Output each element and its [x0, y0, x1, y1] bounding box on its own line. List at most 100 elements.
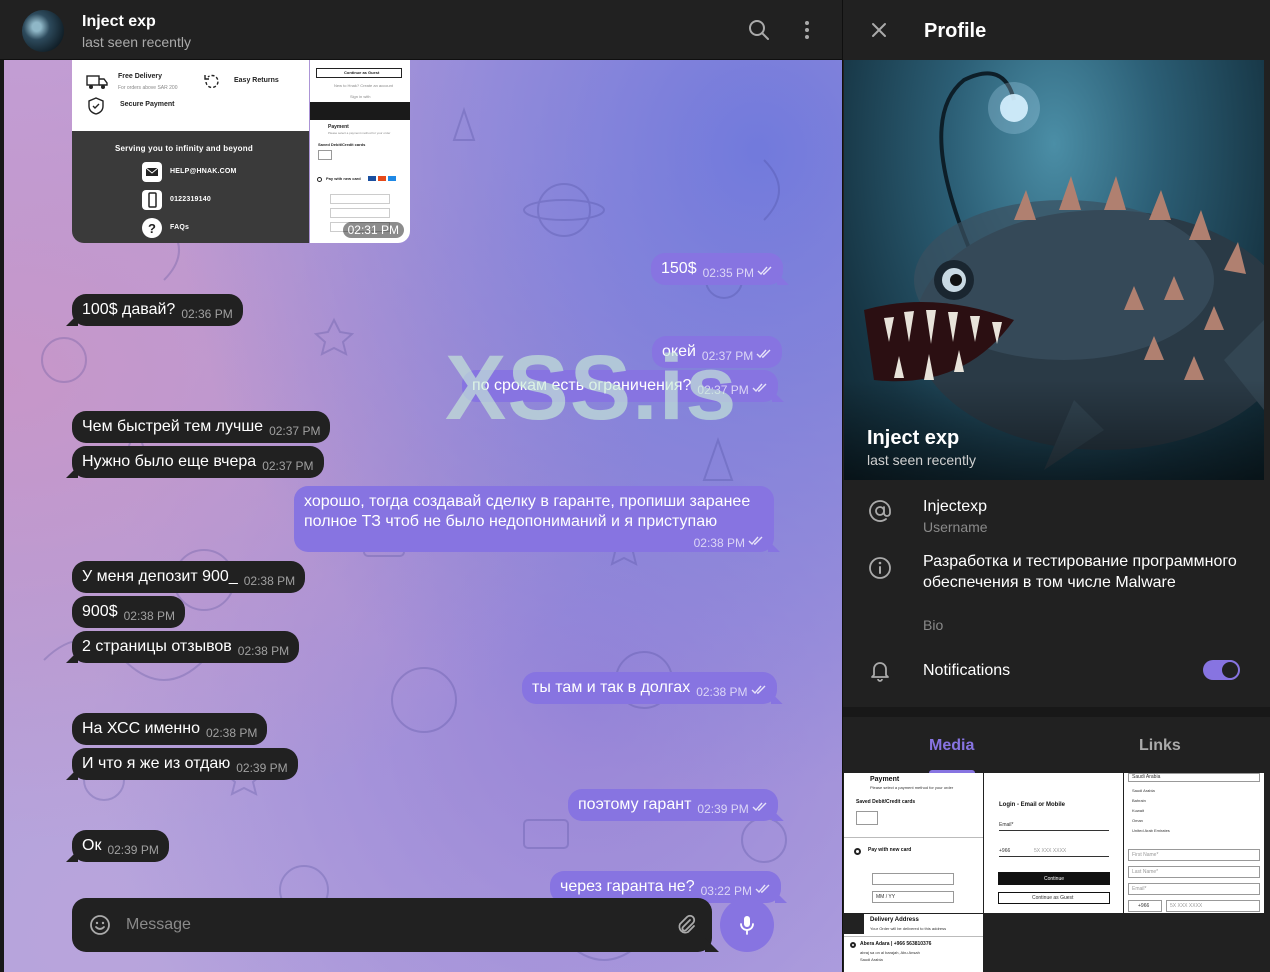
media-thumbnail[interactable]: Saudi Arabia Saudi Arabia Bahrain Kuwait…	[1124, 773, 1264, 913]
message-time: 02:38 PM	[123, 609, 175, 623]
username-label: Username	[923, 519, 988, 535]
message-text: через гаранта не?	[560, 878, 695, 895]
message-time: 02:39 PM	[697, 802, 749, 816]
profile-pane: Profile Inject exp last seen recently In…	[842, 0, 1270, 972]
card-number-field	[330, 194, 390, 204]
thumb-text: Saudi Arabia	[1132, 774, 1161, 780]
message-text: Ок	[82, 837, 102, 854]
message-outgoing[interactable]: ты там и так в долгах 02:38 PM	[522, 672, 777, 704]
double-check-icon	[756, 349, 771, 359]
username-value: Injectexp	[923, 498, 988, 515]
message-text: 900$	[82, 603, 118, 620]
message-incoming[interactable]: Чем быстрей тем лучше 02:37 PM	[72, 411, 331, 443]
tagline: Serving you to infinity and beyond	[115, 144, 253, 153]
payment-heading: Payment	[328, 124, 349, 130]
username-row[interactable]: Injectexp Username	[843, 480, 1270, 550]
message-time: 02:36 PM	[181, 307, 233, 321]
radio-icon	[854, 848, 861, 855]
easy-returns-label: Easy Returns	[234, 77, 279, 84]
section-divider	[843, 707, 1270, 717]
message-text: Чем быстрей тем лучше	[82, 418, 264, 435]
microphone-icon	[740, 916, 754, 935]
payment-sub: Please select a payment method for your …	[328, 131, 391, 135]
tab-links[interactable]: Links	[1139, 737, 1181, 755]
media-thumbnail[interactable]: Login - Email or Mobile Email* +966 5X X…	[984, 773, 1123, 913]
tab-media[interactable]: Media	[929, 737, 974, 755]
more-vertical-icon[interactable]	[793, 16, 821, 44]
chat-title[interactable]: Inject exp	[82, 13, 156, 31]
message-incoming[interactable]: 2 страницы отзывов 02:38 PM	[72, 631, 300, 663]
message-incoming[interactable]: Ок 02:39 PM	[72, 830, 169, 862]
shield-icon	[88, 97, 104, 115]
message-time: 02:37 PM	[697, 383, 749, 397]
message-text: 150$	[661, 260, 697, 277]
saved-cards-heading: Saved Debit/Credit cards	[318, 142, 366, 147]
thumb-text: Saudi Arabia	[860, 957, 883, 962]
pay-new-card-label: Pay with new card	[326, 176, 361, 181]
message-outgoing[interactable]: поэтому гарант 02:39 PM	[568, 789, 778, 821]
paperclip-icon[interactable]	[674, 913, 698, 937]
bio-label: Bio	[923, 617, 944, 633]
truck-icon	[86, 75, 108, 89]
avatar[interactable]	[22, 10, 64, 52]
profile-title: Profile	[924, 20, 987, 42]
thumb-text: Login - Email or Mobile	[999, 802, 1065, 808]
message-outgoing[interactable]: по срокам есть ограничения? 02:37 PM	[462, 370, 778, 402]
message-incoming[interactable]: Нужно было еще вчера 02:37 PM	[72, 446, 324, 478]
emoji-icon[interactable]	[88, 913, 112, 937]
message-incoming[interactable]: На ХСС именно 02:38 PM	[72, 713, 268, 745]
free-delivery-label: Free Delivery	[118, 73, 162, 80]
secure-payment-label: Secure Payment	[120, 101, 175, 108]
double-check-icon	[755, 884, 770, 894]
screenshot-payment-image: Continue as Guest New to Hnak? Create an…	[310, 60, 410, 243]
thumb-text: +966	[1138, 903, 1150, 909]
thumb-text: First Name*	[1132, 852, 1159, 858]
double-check-icon	[751, 685, 766, 695]
app-navbar	[310, 102, 410, 120]
notifications-toggle[interactable]	[1203, 660, 1240, 680]
media-thumbnail[interactable]: Delivery Address Your Order will be deli…	[844, 914, 983, 972]
thumb-text: Last Name*	[1132, 869, 1159, 875]
message-time: 02:39 PM	[236, 761, 288, 775]
message-outgoing[interactable]: 150$ 02:35 PM	[651, 253, 783, 285]
double-check-icon	[757, 266, 772, 276]
message-outgoing[interactable]: окей 02:37 PM	[652, 336, 783, 368]
continue-guest-label: Continue as Guest	[344, 70, 380, 75]
message-input[interactable]	[126, 910, 666, 940]
message-incoming[interactable]: У меня депозит 900_ 02:38 PM	[72, 561, 306, 593]
thumb-text: Delivery Address	[870, 917, 919, 923]
chat-status: last seen recently	[82, 34, 191, 50]
message-outgoing[interactable]: хорошо, тогда создавай сделку в гаранте,…	[294, 486, 774, 552]
radio-icon	[317, 177, 322, 182]
message-time: 02:38 PM	[206, 726, 258, 740]
message-time: 02:35 PM	[702, 266, 754, 280]
faqs-link: FAQs	[170, 224, 190, 231]
chat-pane: Inject exp last seen recently Free Deliv…	[0, 0, 842, 972]
thumb-text: MM / YY	[876, 894, 896, 900]
screenshot-footer-image: Free Delivery For orders above SAR 200 E…	[72, 60, 309, 243]
thumb-text: Pay with new card	[868, 847, 912, 853]
message-text: На ХСС именно	[82, 720, 200, 737]
card-icon	[856, 811, 878, 825]
thumb-text: Kuwait	[1132, 808, 1145, 813]
shared-image-message[interactable]: Free Delivery For orders above SAR 200 E…	[72, 60, 410, 243]
profile-tabs: Media Links	[843, 717, 1270, 773]
thumb-text: Payment	[870, 776, 900, 783]
media-thumbnail[interactable]: Payment Please select a payment method f…	[844, 773, 983, 913]
thumb-text: Continue	[1044, 876, 1065, 882]
search-icon[interactable]	[745, 16, 773, 44]
expiry-field	[330, 208, 390, 218]
message-incoming[interactable]: 100$ давай? 02:36 PM	[72, 294, 243, 326]
mail-icon	[142, 162, 162, 182]
notifications-label: Notifications	[923, 662, 1011, 679]
message-incoming[interactable]: 900$ 02:38 PM	[72, 596, 185, 628]
message-incoming[interactable]: И что я же из отдаю 02:39 PM	[72, 748, 298, 780]
voice-record-button[interactable]	[720, 898, 774, 952]
bio-row[interactable]: Разработка и тестирование программного о…	[843, 550, 1270, 640]
message-time: 02:37 PM	[701, 349, 754, 363]
bell-icon	[871, 662, 889, 682]
message-time: 02:38 PM	[237, 644, 290, 658]
close-icon[interactable]	[867, 18, 891, 42]
message-text: по срокам есть ограничения?	[472, 377, 692, 394]
double-check-icon	[752, 802, 767, 812]
